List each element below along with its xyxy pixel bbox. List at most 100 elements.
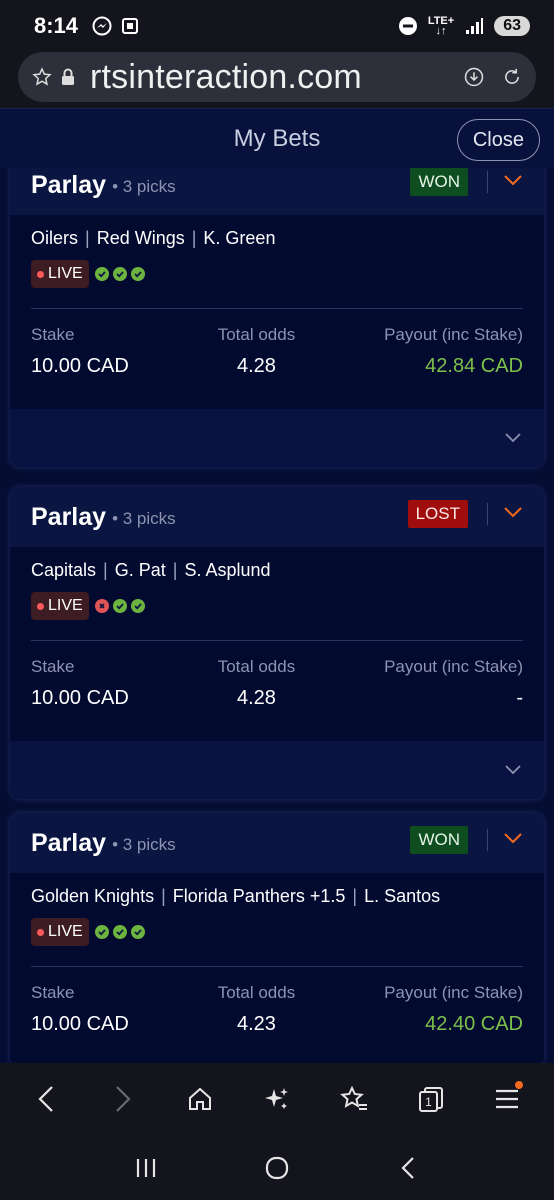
star-icon[interactable] [32,67,52,87]
bet-type: Parlay [31,828,107,857]
divider [487,503,488,525]
chevron-down-icon[interactable] [502,827,524,854]
page-header: My Bets Close [0,108,554,168]
back-icon[interactable] [26,1079,66,1119]
leg-label: Red Wings [96,227,185,248]
check-icon [130,267,145,281]
leg-label: G. Pat [114,559,166,580]
download-icon[interactable] [464,67,484,87]
check-icon [130,925,145,939]
bookmarks-icon[interactable] [334,1079,374,1119]
menu-icon[interactable] [487,1079,527,1119]
bet-legs: Oilers | Red Wings | K. Green [31,227,276,248]
bet-card-body: Golden Knights | Florida Panthers +1.5 | L… [10,873,544,1063]
check-icon [112,267,127,281]
bet-card-footer[interactable] [10,409,544,467]
odds-value: 4.23 [237,1013,276,1035]
odds-value: 4.28 [237,687,276,709]
close-button[interactable]: Close [456,119,540,161]
dnd-icon [398,16,418,36]
browser-toolbar: rtsinteraction.com [0,52,554,108]
bet-stats: Stake 10.00 CAD Total odds 4.28 Payout (in… [31,309,523,409]
screenshot-icon [120,16,140,36]
recents-icon[interactable] [126,1148,166,1188]
live-badge: LIVE [31,918,89,946]
status-bar: 8:14 LTE+ ↓↑ 63 [0,0,554,52]
page-title: My Bets [233,124,321,152]
check-icon [130,599,145,613]
bet-card-body: Oilers | Red Wings | K. Green LIVE Stake 10… [10,215,544,409]
bet-card-footer[interactable] [10,741,544,799]
bet-legs: Golden Knights | Florida Panthers +1.5 | L… [31,885,441,906]
bet-card[interactable]: Parlay • 3 picks LOST Capitals | G. Pat | … [10,487,544,799]
address-bar[interactable]: rtsinteraction.com [18,52,536,102]
forward-icon[interactable] [103,1079,143,1119]
chevron-down-icon[interactable] [504,763,522,782]
pick-count: • 3 picks [112,509,176,528]
payout-label: Payout (inc Stake) [384,325,523,344]
odds-label: Total odds [217,325,296,344]
lock-icon [58,67,78,87]
stake-label: Stake [31,325,75,344]
bet-stats: Stake 10.00 CAD Total odds 4.23 Payout (in… [31,967,523,1063]
back-nav-icon[interactable] [388,1148,428,1188]
payout-label: Payout (inc Stake) [384,657,523,676]
bet-card[interactable]: Parlay • 3 picks WON Golden Knights | Flo… [10,813,544,1063]
odds-label: Total odds [217,657,296,676]
check-icon [112,925,127,939]
leg-label: Capitals [31,559,97,580]
status-badge: WON [410,168,468,196]
chevron-down-icon[interactable] [502,169,524,196]
cross-icon [94,599,109,613]
leg-label: L. Santos [364,885,441,906]
notification-dot [515,1081,524,1089]
payout-label: Payout (inc Stake) [384,983,523,1002]
leg-label: Oilers [31,227,79,248]
odds-value: 4.28 [237,355,276,377]
network-type: LTE+ ↓↑ [427,15,455,37]
live-badge: LIVE [31,260,89,288]
messenger-icon [92,16,112,36]
payout-value: 42.84 CAD [425,355,523,377]
live-badge: LIVE [31,592,89,620]
url-text[interactable]: rtsinteraction.com [90,58,362,97]
bet-card-header[interactable]: Parlay • 3 picks WON [10,813,544,873]
sparkle-icon[interactable] [257,1079,297,1119]
status-badge: LOST [407,500,468,528]
bet-card-header[interactable]: Parlay • 3 picks LOST [10,487,544,547]
signal-icon [464,16,484,36]
stake-value: 10.00 CAD [31,687,129,709]
bet-card-body: Capitals | G. Pat | S. Asplund LIVE Stake 1… [10,547,544,741]
tabs-icon[interactable]: 1 [411,1079,451,1119]
stake-value: 10.00 CAD [31,355,129,377]
leg-label: K. Green [203,227,276,248]
leg-label: S. Asplund [184,559,271,580]
refresh-icon[interactable] [502,67,522,87]
my-bets-page: My Bets Close Parlay • 3 picks WON Oiler… [0,108,554,1063]
leg-label: Golden Knights [31,885,155,906]
tab-count: 1 [425,1095,432,1109]
status-badge: WON [410,826,468,854]
leg-label: Florida Panthers +1.5 [172,885,346,906]
divider [487,829,488,851]
stake-label: Stake [31,657,75,676]
odds-label: Total odds [217,983,296,1002]
home-circle-icon[interactable] [257,1148,297,1188]
bet-legs: Capitals | G. Pat | S. Asplund [31,559,271,580]
pick-count: • 3 picks [112,177,176,196]
check-icon [94,267,109,281]
chevron-down-icon[interactable] [504,431,522,450]
bet-card[interactable]: Parlay • 3 picks WON Oilers | Red Wings | … [10,155,544,467]
bet-type: Parlay [31,502,107,531]
payout-value: 42.40 CAD [425,1013,523,1035]
bet-stats: Stake 10.00 CAD Total odds 4.28 Payout (in… [31,641,523,741]
bet-type: Parlay [31,170,107,199]
home-icon[interactable] [180,1079,220,1119]
stake-label: Stake [31,983,75,1002]
system-nav-bar [0,1135,554,1200]
divider [487,171,488,193]
payout-value: - [516,687,523,709]
chevron-down-icon[interactable] [502,501,524,528]
pick-count: • 3 picks [112,835,176,854]
stake-value: 10.00 CAD [31,1013,129,1035]
